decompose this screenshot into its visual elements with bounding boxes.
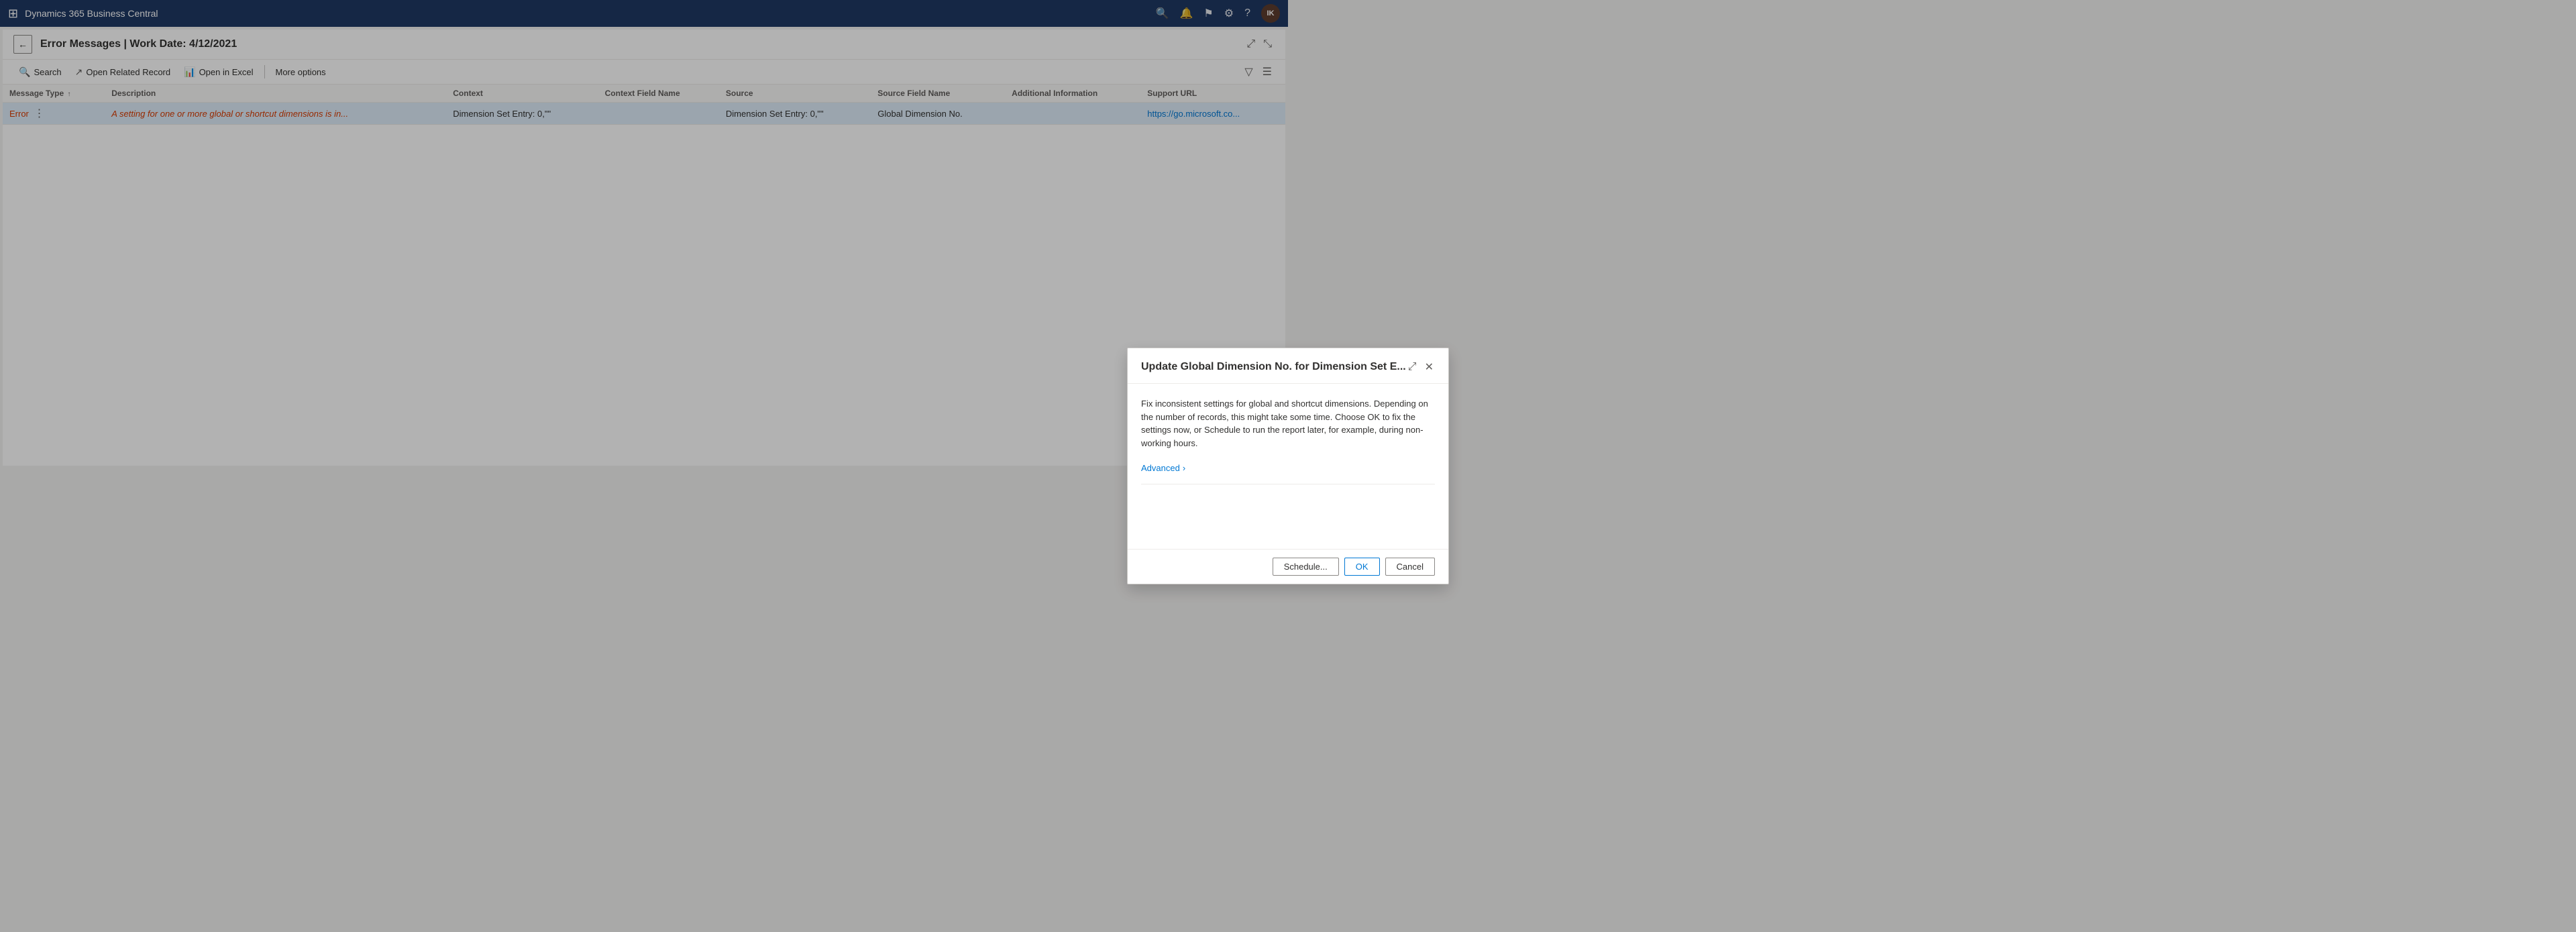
modal-description: Fix inconsistent settings for global and… [1141,397,1435,450]
modal-footer: Schedule... OK Cancel [1128,549,1448,584]
advanced-link[interactable]: Advanced › [1141,463,1435,484]
modal-header-buttons: ⤢ ✕ [1407,359,1435,375]
modal-header: Update Global Dimension No. for Dimensio… [1128,348,1448,384]
ok-button[interactable]: OK [1344,558,1380,576]
modal-expand-icon[interactable]: ⤢ [1407,360,1418,374]
schedule-button[interactable]: Schedule... [1273,558,1339,576]
modal-dialog: Update Global Dimension No. for Dimensio… [1127,348,1449,584]
modal-body: Fix inconsistent settings for global and… [1128,384,1448,549]
modal-spacer [1141,484,1435,538]
modal-overlay: Update Global Dimension No. for Dimensio… [0,0,2576,932]
chevron-right-icon: › [1183,463,1185,473]
modal-title: Update Global Dimension No. for Dimensio… [1141,361,1407,373]
cancel-button[interactable]: Cancel [1385,558,1435,576]
modal-close-icon[interactable]: ✕ [1424,359,1435,375]
advanced-label: Advanced [1141,463,1180,473]
